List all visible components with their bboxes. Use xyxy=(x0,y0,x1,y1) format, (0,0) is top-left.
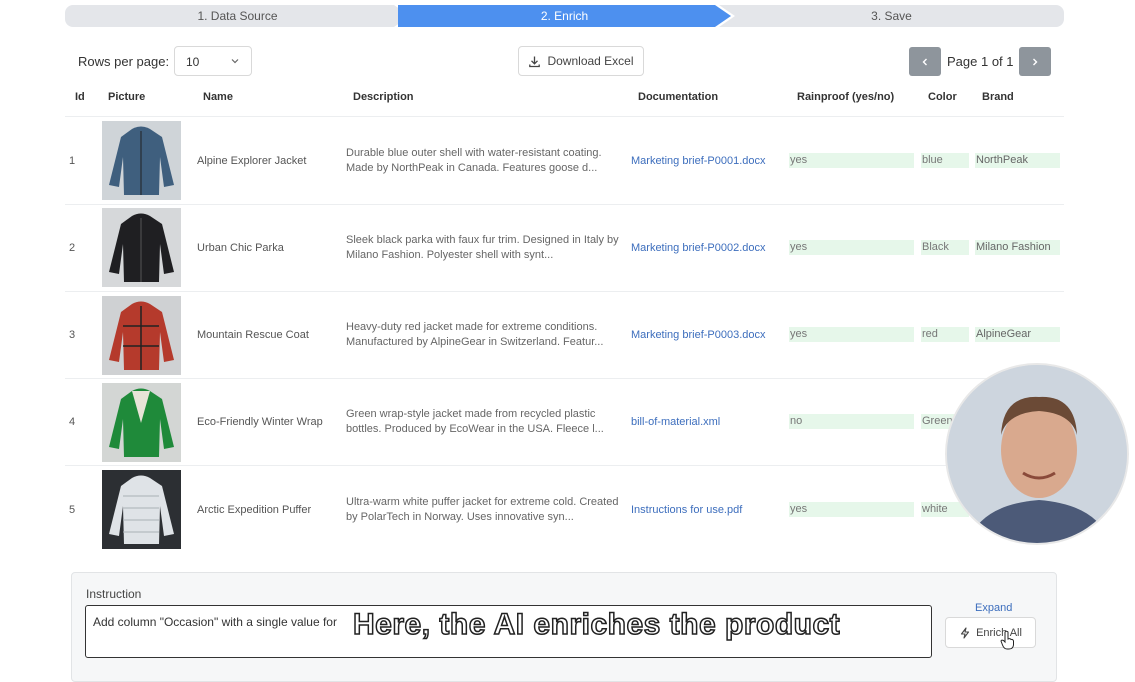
brand-value: NorthPeak xyxy=(975,153,1060,168)
download-icon xyxy=(529,56,541,67)
column-header-rainproof[interactable]: Rainproof (yes/no) xyxy=(797,91,894,103)
step-enrich[interactable]: 2. Enrich xyxy=(398,5,731,27)
column-header-documentation[interactable]: Documentation xyxy=(638,91,718,103)
enrich-all-button[interactable]: Enrich All xyxy=(945,617,1036,648)
product-description: Heavy-duty red jacket made for extreme c… xyxy=(346,321,604,348)
stepper: 1. Data Source 3. Save 2. Enrich xyxy=(65,5,1064,27)
expand-link[interactable]: Expand xyxy=(975,602,1012,614)
step-save[interactable]: 3. Save xyxy=(719,5,1064,27)
documentation-link[interactable]: Marketing brief-P0002.docx xyxy=(631,242,766,254)
product-picture xyxy=(102,296,181,375)
color-value: red xyxy=(921,327,969,342)
product-name: Urban Chic Parka xyxy=(197,242,284,254)
column-header-picture[interactable]: Picture xyxy=(108,91,145,103)
product-picture xyxy=(102,121,181,200)
rainproof-value: yes xyxy=(789,240,914,255)
row-id: 4 xyxy=(69,416,76,428)
documentation-link[interactable]: Instructions for use.pdf xyxy=(631,504,742,516)
row-id: 1 xyxy=(69,155,76,167)
presenter-video xyxy=(947,365,1127,543)
documentation-link[interactable]: Marketing brief-P0001.docx xyxy=(631,155,766,167)
product-description: Durable blue outer shell with water-resi… xyxy=(346,147,602,174)
column-header-description[interactable]: Description xyxy=(353,91,414,103)
product-description: Ultra-warm white puffer jacket for extre… xyxy=(346,496,619,523)
product-picture xyxy=(102,470,181,549)
product-picture xyxy=(102,208,181,287)
brand-value: AlpineGear xyxy=(975,327,1060,342)
column-header-color[interactable]: Color xyxy=(928,91,957,103)
chevron-down-icon xyxy=(231,59,239,64)
product-name: Alpine Explorer Jacket xyxy=(197,155,307,167)
lightning-icon xyxy=(961,626,970,639)
column-header-name[interactable]: Name xyxy=(203,91,233,103)
rows-per-page-label: Rows per page: xyxy=(78,54,170,69)
product-name: Mountain Rescue Coat xyxy=(197,329,309,341)
brand-value: Milano Fashion xyxy=(975,240,1060,255)
rainproof-value: no xyxy=(789,414,914,429)
video-caption: Here, the AI enriches the product xyxy=(352,607,841,642)
documentation-link[interactable]: Marketing brief-P0003.docx xyxy=(631,329,766,341)
download-excel-label: Download Excel xyxy=(547,54,634,68)
documentation-link[interactable]: bill-of-material.xml xyxy=(631,416,720,428)
row-divider xyxy=(65,204,1064,205)
color-value: Black xyxy=(921,240,969,255)
product-name: Arctic Expedition Puffer xyxy=(197,504,312,516)
rainproof-value: yes xyxy=(789,153,914,168)
rows-per-page-select[interactable]: 10 xyxy=(174,46,252,76)
row-divider xyxy=(65,291,1064,292)
product-description: Green wrap-style jacket made from recycl… xyxy=(346,408,604,435)
rainproof-value: yes xyxy=(789,502,914,517)
column-header-id[interactable]: Id xyxy=(75,91,85,103)
previous-page-button[interactable] xyxy=(909,47,941,76)
row-id: 2 xyxy=(69,242,76,254)
row-id: 3 xyxy=(69,329,76,341)
rainproof-value: yes xyxy=(789,327,914,342)
column-header-brand[interactable]: Brand xyxy=(982,91,1014,103)
next-page-button[interactable] xyxy=(1019,47,1051,76)
chevron-right-icon xyxy=(1033,58,1038,65)
chevron-left-icon xyxy=(922,58,927,65)
row-divider xyxy=(65,465,1064,466)
row-id: 5 xyxy=(69,504,76,516)
webcam-overlay xyxy=(945,363,1129,545)
instruction-label: Instruction xyxy=(86,587,142,601)
step-data-source[interactable]: 1. Data Source xyxy=(65,5,410,27)
header-divider xyxy=(65,116,1064,117)
product-description: Sleek black parka with faux fur trim. De… xyxy=(346,234,619,261)
rows-per-page-value: 10 xyxy=(186,55,200,69)
page-indicator: Page 1 of 1 xyxy=(947,54,1014,69)
hand-cursor-icon xyxy=(1000,630,1014,650)
product-name: Eco-Friendly Winter Wrap xyxy=(197,416,323,428)
download-excel-button[interactable]: Download Excel xyxy=(518,46,644,76)
product-picture xyxy=(102,383,181,462)
color-value: blue xyxy=(921,153,969,168)
row-divider xyxy=(65,378,1064,379)
